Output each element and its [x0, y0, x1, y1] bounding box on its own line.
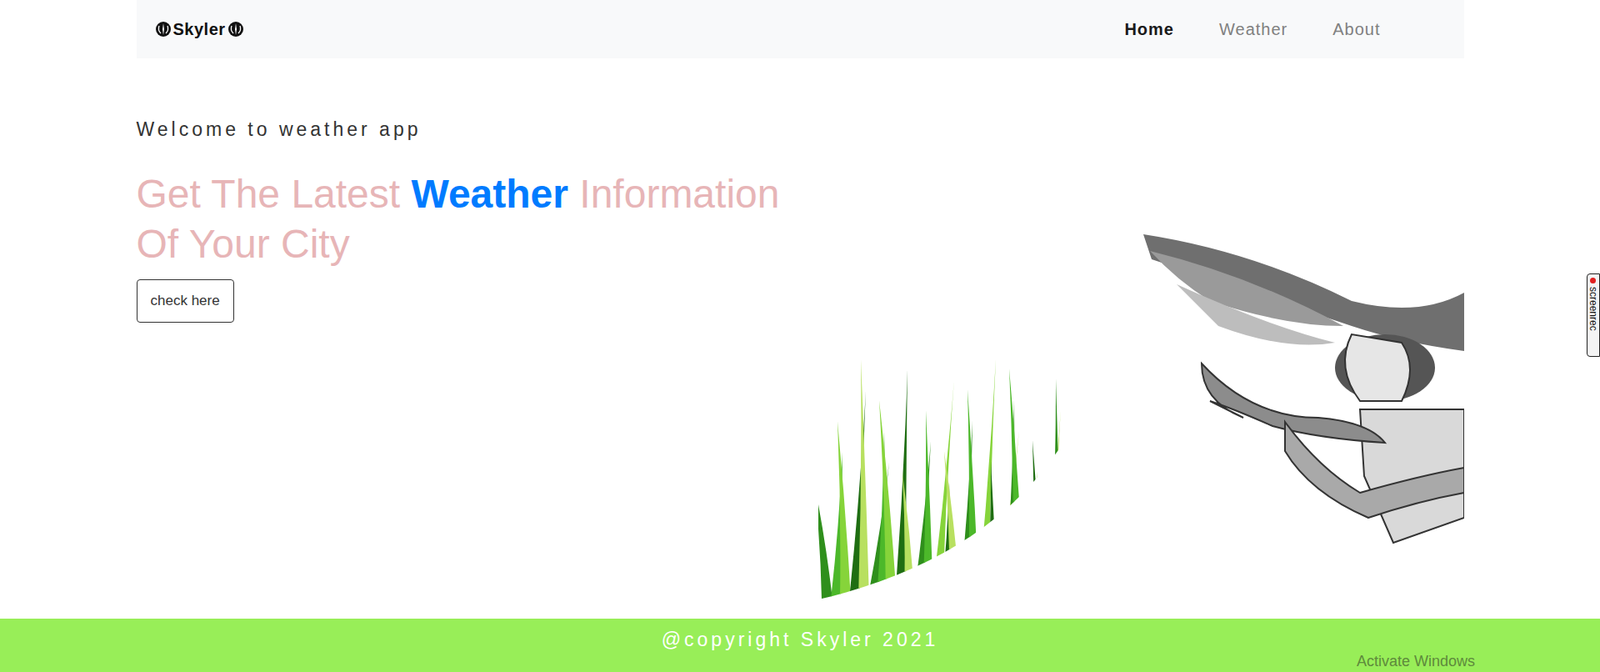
record-dot-icon	[1590, 277, 1597, 284]
nav-link[interactable]: Home	[1124, 20, 1175, 39]
navbar: Skyler Home Weather About	[136, 0, 1465, 59]
nav-link[interactable]: Weather	[1219, 20, 1288, 39]
copyright: @copyright Skyler 2021	[661, 628, 940, 672]
activation-watermark: Activate Windows	[1356, 652, 1475, 670]
check-button[interactable]: check here	[136, 279, 235, 323]
hero: Welcome to weather app Get The Latest Wea…	[136, 58, 1465, 619]
hero-text: Welcome to weather app Get The Latest Wea…	[136, 118, 819, 619]
saber-emblem-icon	[227, 20, 245, 38]
recorder-tab[interactable]: screenrec	[1586, 273, 1600, 357]
hero-container: Welcome to weather app Get The Latest Wea…	[136, 58, 1465, 619]
nav-container: Skyler Home Weather About	[136, 0, 1465, 59]
hero-illustration	[818, 200, 1465, 600]
nav-links: Home Weather About	[1124, 20, 1380, 40]
page: Skyler Home Weather About Welcome to weather…	[0, 0, 1600, 672]
brand[interactable]: Skyler	[155, 20, 245, 40]
nav-link[interactable]: About	[1332, 20, 1380, 39]
saber-emblem-icon	[155, 20, 172, 38]
headline: Get The Latest Weather Information Of Yo…	[136, 169, 785, 270]
kicker: Welcome to weather app	[136, 118, 422, 141]
